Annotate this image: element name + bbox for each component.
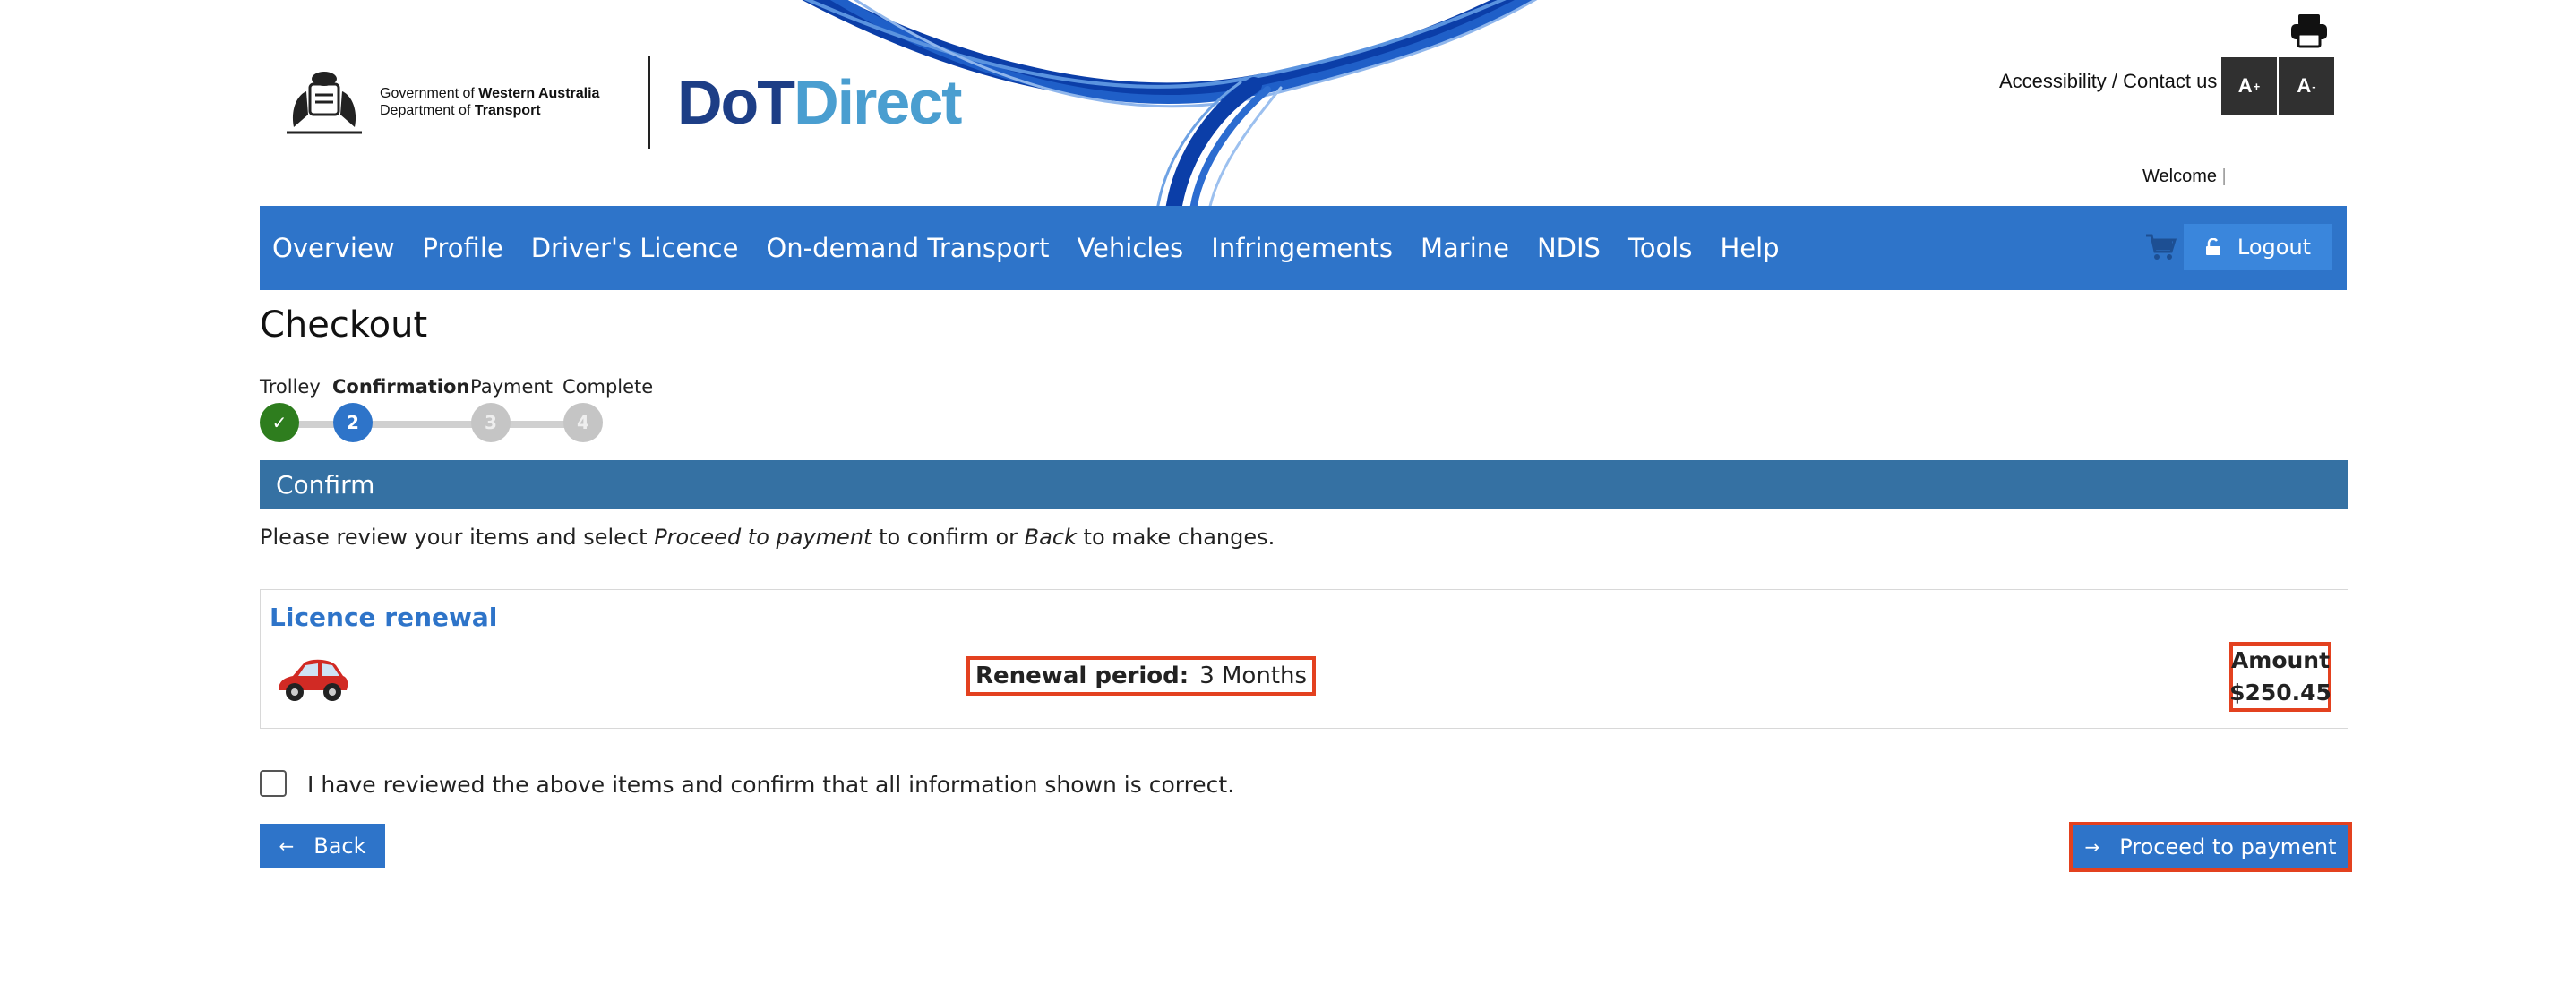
amount-label: Amount [2230, 647, 2331, 673]
nav-item-overview[interactable]: Overview [272, 233, 395, 263]
confirm-checkbox[interactable] [260, 770, 287, 797]
confirm-checkbox-label[interactable]: I have reviewed the above items and conf… [307, 772, 1234, 798]
nav-item-ndis[interactable]: NDIS [1537, 233, 1601, 263]
contact-us-link[interactable]: Contact us [2123, 70, 2217, 92]
instructions-text: Please review your items and select Proc… [260, 525, 1275, 550]
proceed-label: Proceed to payment [2119, 834, 2337, 859]
step-trolley-check-icon: ✓ [260, 403, 299, 442]
confirm-section-header: Confirm [260, 460, 2348, 509]
back-label: Back [313, 834, 366, 859]
logout-button[interactable]: Logout [2184, 224, 2332, 270]
amount-display: Amount $250.45 [2229, 642, 2331, 712]
step-confirmation-marker: 2 [333, 403, 373, 442]
header-logo[interactable]: Government of Western Australia Departme… [281, 56, 963, 149]
back-button[interactable]: ← Back [260, 824, 385, 868]
step-payment-marker: 3 [471, 403, 511, 442]
nav-item-vehicles[interactable]: Vehicles [1077, 233, 1183, 263]
nav-item-help[interactable]: Help [1720, 233, 1779, 263]
font-decrease-button[interactable]: A- [2279, 57, 2334, 115]
item-title: Licence renewal [270, 603, 498, 632]
government-text: Government of Western Australia Departme… [380, 86, 600, 118]
step-label-complete: Complete [562, 376, 654, 398]
renewal-period: Renewal period: 3 Months [966, 656, 1317, 696]
nav-item-infringements[interactable]: Infringements [1211, 233, 1393, 263]
licence-renewal-item: Licence renewal Renewal period: 3 Months … [260, 589, 2348, 729]
logo-divider [648, 56, 650, 149]
site-header: Government of Western Australia Departme… [0, 0, 2576, 206]
shopping-cart-icon[interactable] [2144, 233, 2177, 261]
nav-item-tools[interactable]: Tools [1628, 233, 1692, 263]
nav-items: Overview Profile Driver's Licence On-dem… [272, 206, 1807, 290]
nav-item-marine[interactable]: Marine [1421, 233, 1509, 263]
accessibility-link[interactable]: Accessibility [1999, 70, 2107, 92]
amount-value: $250.45 [2229, 680, 2331, 706]
arrow-left-icon: ← [279, 835, 295, 857]
main-navigation: Overview Profile Driver's Licence On-dem… [260, 206, 2347, 290]
welcome-text: Welcome | [2142, 167, 2227, 186]
arrow-right-icon: → [2084, 836, 2100, 858]
nav-item-profile[interactable]: Profile [423, 233, 503, 263]
logout-label: Logout [2237, 235, 2312, 260]
page-title: Checkout [260, 304, 428, 346]
wa-crest-icon [287, 72, 362, 134]
nav-item-on-demand-transport[interactable]: On-demand Transport [766, 233, 1049, 263]
step-label-trolley: Trolley [260, 376, 321, 398]
step-label-confirmation: Confirmation [332, 376, 470, 398]
step-label-payment: Payment [470, 376, 553, 398]
step-complete-marker: 4 [563, 403, 603, 442]
nav-item-drivers-licence[interactable]: Driver's Licence [531, 233, 739, 263]
font-increase-button[interactable]: A + [2221, 57, 2277, 115]
printer-icon[interactable] [2289, 13, 2329, 48]
link-separator: / [2106, 70, 2124, 92]
unlock-icon [2205, 238, 2220, 255]
car-icon [279, 659, 348, 701]
proceed-to-payment-button[interactable]: → Proceed to payment [2069, 822, 2352, 872]
utility-links: Accessibility / Contact us [1999, 70, 2217, 93]
dotdirect-logo: DoT Direct [677, 67, 963, 137]
